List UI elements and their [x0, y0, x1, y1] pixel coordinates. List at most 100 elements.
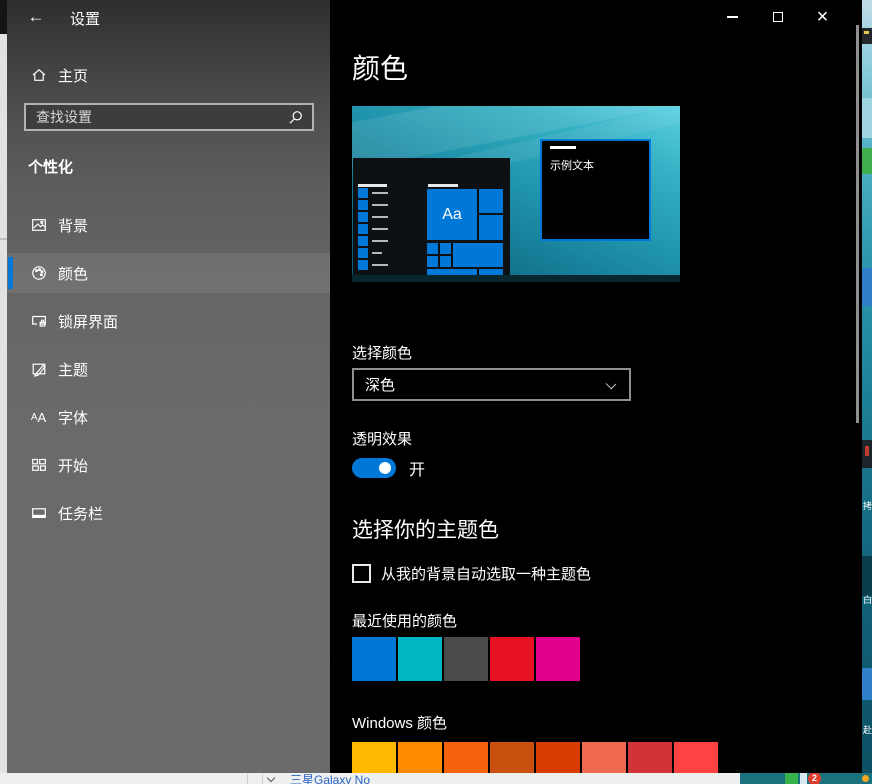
background-icon [30, 217, 47, 234]
app-title: 设置 [70, 8, 100, 29]
recent-colors [352, 637, 580, 681]
desktop-fragment [865, 446, 869, 456]
start-icon [30, 457, 47, 474]
transparency-row: 开 [352, 456, 425, 480]
close-button[interactable]: × [800, 0, 845, 33]
color-swatch[interactable] [444, 637, 488, 681]
desktop-fragment [864, 31, 869, 34]
desktop-edge-sliver: 拷 白 赴 [862, 0, 872, 784]
preview-start-menu: Aa [353, 158, 510, 275]
color-swatch[interactable] [674, 742, 718, 773]
auto-accent-label: 从我的背景自动选取一种主题色 [381, 563, 591, 584]
themes-icon [30, 361, 47, 378]
color-swatch[interactable] [536, 637, 580, 681]
desktop-icon-label-fragment: 赴 [863, 726, 872, 735]
maximize-button[interactable] [755, 0, 800, 33]
background-window-fragment: 三星Galaxy No [0, 773, 740, 784]
accent-heading: 选择你的主题色 [352, 514, 499, 544]
preview-tile-aa: Aa [427, 189, 477, 240]
palette-icon [30, 265, 47, 282]
taskbar-icon-fragment [800, 773, 807, 784]
sample-text: 示例文本 [550, 157, 594, 173]
sidebar-item-label: 开始 [58, 455, 88, 476]
color-swatch[interactable] [628, 742, 672, 773]
settings-window: ← 设置 主页 个性化 背景 [7, 0, 862, 773]
dropdown-value: 深色 [365, 374, 395, 395]
scrollbar-thumb[interactable] [856, 25, 859, 423]
taskbar-icon-fragment [862, 775, 869, 782]
auto-accent-row: 从我的背景自动选取一种主题色 [352, 563, 591, 584]
sidebar-item-label: 任务栏 [58, 503, 103, 524]
sidebar-item-label: 字体 [58, 407, 88, 428]
taskbar-fragment: 2 [740, 773, 872, 784]
sidebar-item-label: 主题 [58, 359, 88, 380]
sidebar-item-lockscreen[interactable]: 锁屏界面 [7, 301, 330, 341]
sidebar-item-label: 锁屏界面 [58, 311, 118, 332]
sidebar-item-colors[interactable]: 颜色 [7, 253, 330, 293]
desktop-left-sliver [0, 0, 7, 784]
color-swatch[interactable] [490, 637, 534, 681]
auto-accent-checkbox[interactable] [352, 564, 371, 583]
sidebar-item-home[interactable]: 主页 [7, 60, 330, 90]
color-swatch[interactable] [398, 742, 442, 773]
home-label: 主页 [58, 65, 88, 86]
fonts-icon: AA [30, 409, 47, 426]
sidebar-item-label: 颜色 [58, 263, 88, 284]
sidebar: ← 设置 主页 个性化 背景 [7, 0, 330, 773]
recent-colors-label: 最近使用的颜色 [352, 610, 457, 631]
minimize-icon [727, 16, 738, 18]
choose-color-label: 选择颜色 [352, 342, 412, 363]
search-input[interactable] [26, 105, 288, 129]
home-icon [30, 67, 47, 84]
desktop-icon-label-fragment: 白 [863, 596, 872, 605]
windows-colors [352, 742, 718, 773]
close-icon: × [817, 7, 829, 27]
sidebar-item-themes[interactable]: 主题 [7, 349, 330, 389]
minimize-button[interactable] [710, 0, 755, 33]
desktop-icon-label-fragment: 拷 [863, 502, 872, 511]
desktop-fragment [862, 148, 872, 174]
sidebar-item-fonts[interactable]: AA 字体 [7, 397, 330, 437]
sidebar-item-start[interactable]: 开始 [7, 445, 330, 485]
color-swatch[interactable] [536, 742, 580, 773]
chevron-down-icon [606, 379, 617, 390]
desktop-fragment [862, 556, 872, 596]
color-mode-dropdown[interactable]: 深色 [352, 368, 631, 401]
color-swatch[interactable] [582, 742, 626, 773]
notification-badge: 2 [808, 773, 821, 784]
sidebar-item-label: 背景 [58, 215, 88, 236]
color-swatch[interactable] [444, 742, 488, 773]
windows-colors-label: Windows 颜色 [352, 712, 447, 733]
sidebar-section-title: 个性化 [28, 156, 73, 177]
back-button[interactable]: ← [21, 4, 51, 30]
page-title: 颜色 [352, 47, 408, 87]
theme-preview: Aa 示例文本 [352, 106, 680, 282]
color-swatch[interactable] [490, 742, 534, 773]
desktop-fragment [862, 268, 872, 306]
galaxy-link[interactable]: 三星Galaxy No [290, 774, 370, 784]
content-pane: × 颜色 Aa [330, 0, 862, 773]
taskbar-icon [30, 505, 47, 522]
color-swatch[interactable] [352, 637, 396, 681]
desktop-fragment [0, 0, 7, 34]
window-controls: × [710, 0, 845, 33]
desktop-fragment [862, 98, 872, 138]
desktop-fragment [862, 668, 872, 700]
transparency-toggle[interactable] [352, 458, 396, 478]
sidebar-item-taskbar[interactable]: 任务栏 [7, 493, 330, 533]
toggle-state-label: 开 [409, 456, 425, 480]
desktop-fragment [0, 238, 7, 240]
preview-taskbar [352, 275, 680, 282]
transparency-label: 透明效果 [352, 428, 412, 449]
taskbar-icon-fragment [785, 773, 798, 784]
lockscreen-icon [30, 313, 47, 330]
color-swatch[interactable] [352, 742, 396, 773]
color-swatch[interactable] [398, 637, 442, 681]
selection-indicator [8, 257, 13, 289]
maximize-icon [773, 12, 783, 22]
search-box[interactable] [24, 103, 314, 131]
sidebar-item-background[interactable]: 背景 [7, 205, 330, 245]
background-window-strip: 三星Galaxy No 2 [0, 773, 872, 784]
search-icon[interactable] [288, 110, 303, 125]
preview-sample-window: 示例文本 [540, 139, 651, 241]
